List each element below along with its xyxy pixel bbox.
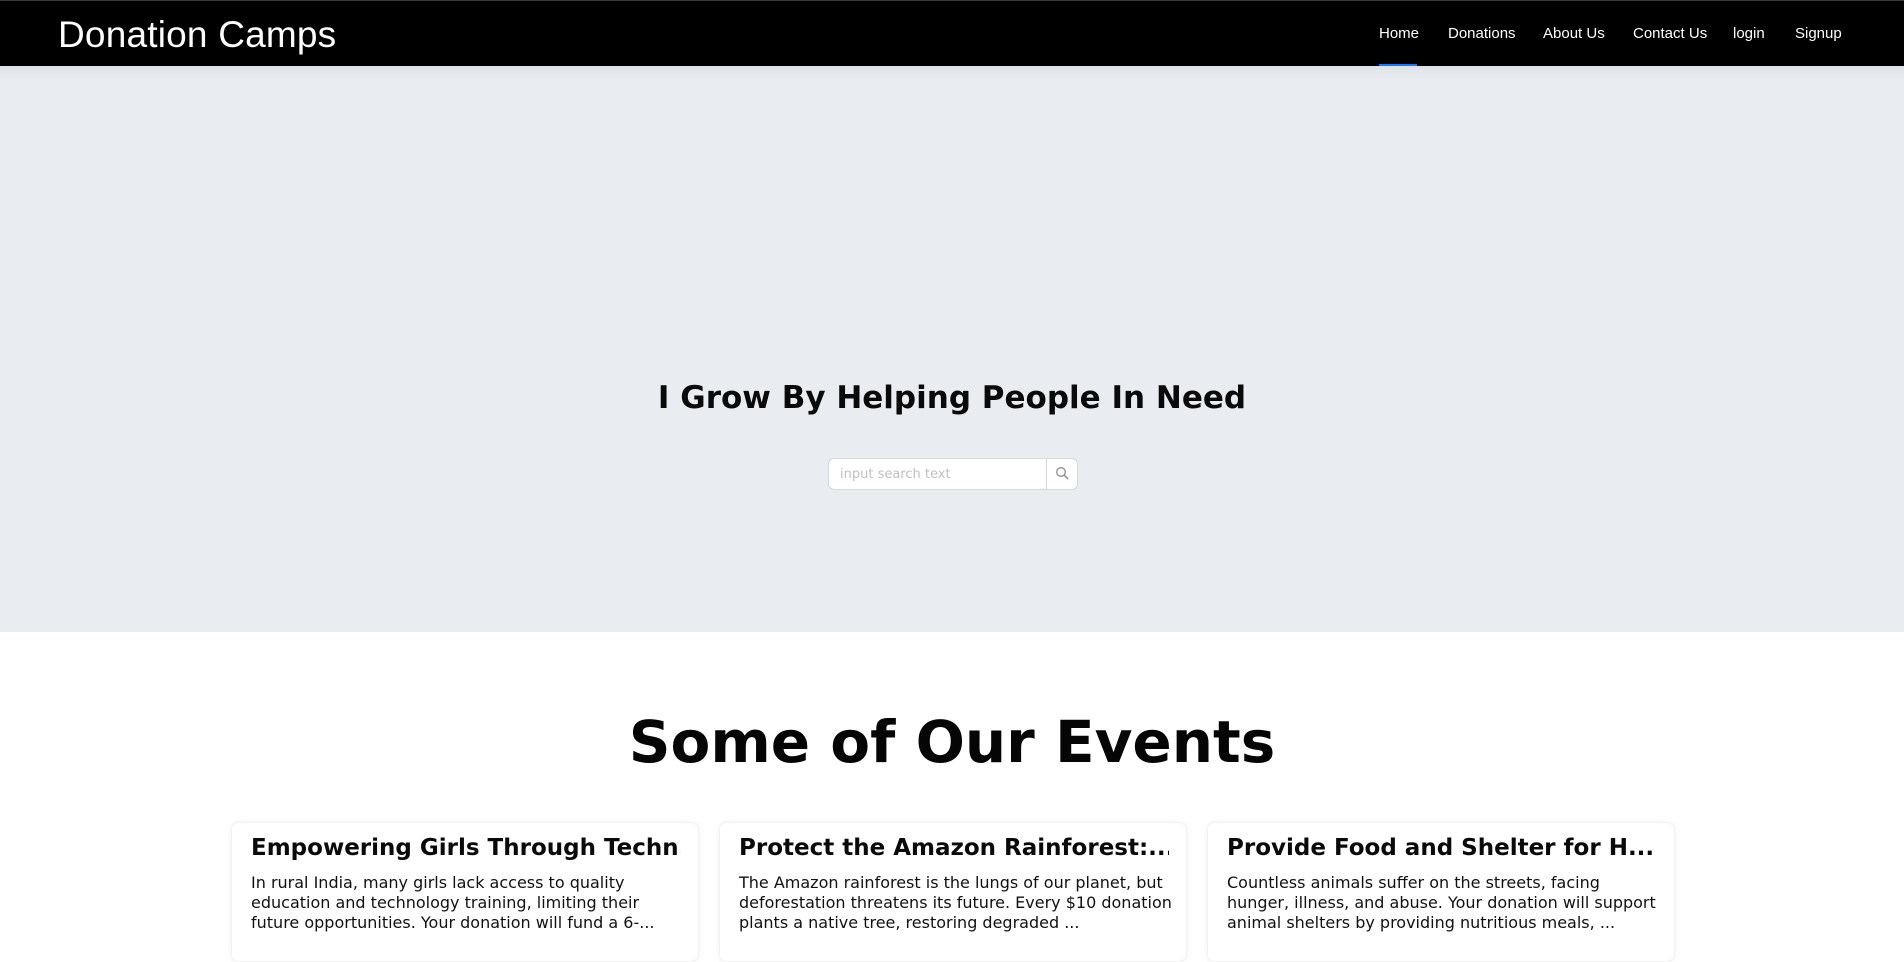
- nav-item-about-us[interactable]: About Us: [1543, 25, 1605, 43]
- top-navbar: Donation Camps Home Donations About Us C…: [0, 0, 1904, 67]
- search-button[interactable]: [1046, 458, 1078, 490]
- hero-title: I Grow By Helping People In Need: [657, 380, 1247, 416]
- nav-item-contact-us[interactable]: Contact Us: [1633, 25, 1707, 43]
- search-icon: [1055, 466, 1069, 483]
- event-card-description: The Amazon rainforest is the lungs of ou…: [739, 873, 1172, 932]
- nav-item-login[interactable]: login: [1733, 25, 1765, 43]
- event-card-description: Countless animals suffer on the streets,…: [1227, 873, 1656, 932]
- event-card-description: In rural India, many girls lack access t…: [251, 873, 655, 932]
- event-card[interactable]: Provide Food and Shelter for H... Countl…: [1207, 822, 1675, 962]
- hero-section: I Grow By Helping People In Need: [0, 66, 1904, 632]
- nav-item-donations[interactable]: Donations: [1448, 25, 1516, 43]
- nav-item-home[interactable]: Home: [1379, 25, 1419, 43]
- nav-menu: [1362, 1, 1856, 67]
- event-card-title[interactable]: Provide Food and Shelter for H...: [1227, 833, 1657, 863]
- event-card-title[interactable]: Empowering Girls Through Techn...: [251, 833, 681, 863]
- event-card[interactable]: Protect the Amazon Rainforest:... The Am…: [719, 822, 1187, 962]
- events-section-title: Some of Our Events: [628, 708, 1276, 776]
- brand-logo-text[interactable]: Donation Camps: [58, 14, 336, 56]
- event-card[interactable]: Empowering Girls Through Techn... In rur…: [231, 822, 699, 962]
- search-input[interactable]: [828, 458, 1047, 490]
- nav-item-signup[interactable]: Signup: [1795, 25, 1842, 43]
- search-bar: [828, 458, 1078, 490]
- event-card-title[interactable]: Protect the Amazon Rainforest:...: [739, 833, 1169, 863]
